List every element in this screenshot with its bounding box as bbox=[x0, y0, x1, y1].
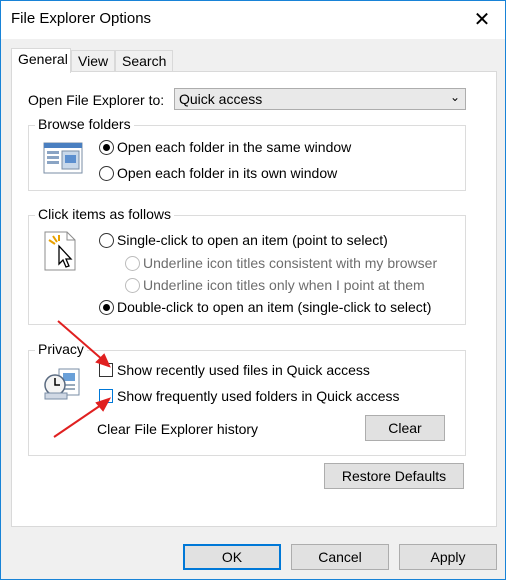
annotation-arrows bbox=[53, 320, 112, 438]
arrow-recent-files-icon bbox=[57, 320, 111, 368]
arrow-frequent-folders-icon bbox=[53, 397, 112, 438]
file-explorer-options-dialog: File Explorer Options ✕ General View Sea… bbox=[0, 0, 506, 580]
tab-general[interactable]: General bbox=[11, 48, 71, 73]
